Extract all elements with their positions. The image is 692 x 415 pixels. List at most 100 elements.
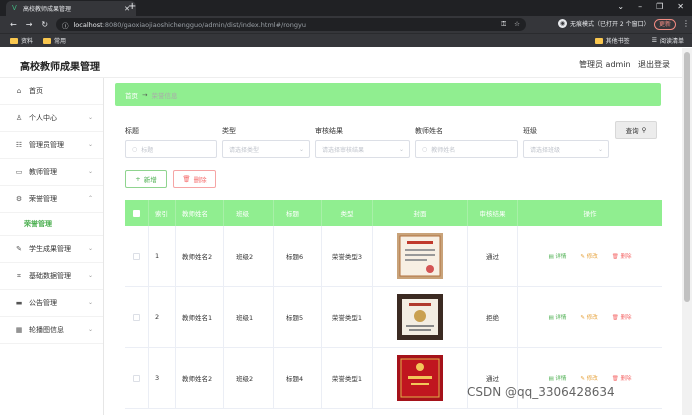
row-checkbox[interactable] (133, 374, 140, 382)
award-icon: ⚙ (15, 195, 23, 203)
update-button[interactable]: 更新 (654, 19, 677, 30)
cell-review: 通过 (468, 226, 518, 286)
scrollbar-thumb[interactable] (684, 52, 690, 302)
row-checkbox[interactable] (133, 252, 140, 260)
cell-title: 标题4 (274, 348, 322, 408)
user-icon: ♙ (15, 114, 23, 122)
back-icon[interactable]: ← (10, 20, 17, 29)
other-bookmarks[interactable]: 其他书签 (594, 36, 630, 45)
sidebar-subitem-honors[interactable]: 荣誉管理 (0, 213, 103, 236)
title-filter-input[interactable]: ○ 标题 (125, 140, 217, 158)
edit-button[interactable]: ✎ 修改 (580, 313, 597, 321)
sidebar-item-profile[interactable]: ♙ 个人中心 ⌄ (0, 105, 103, 132)
sidebar-item-honors[interactable]: ⚙ 荣誉管理 ⌃ (0, 186, 103, 213)
cell-type: 荣誉类型3 (322, 226, 373, 286)
reading-list[interactable]: ☰ 阅读清单 (652, 36, 684, 45)
app-title: 高校教师成果管理 (20, 62, 100, 73)
chevron-down-icon: ⌄ (298, 145, 304, 153)
search-button[interactable]: 查询 ⚲ (615, 121, 657, 139)
cell-cover (373, 287, 468, 347)
batch-delete-button[interactable]: 🗑 删除 (173, 170, 216, 188)
chevron-down-icon[interactable]: ⌄ (617, 2, 624, 11)
bookmark-folder[interactable]: 资料 (10, 36, 33, 45)
detail-button[interactable]: ▤ 详情 (548, 374, 566, 382)
search-icon: ⚲ (641, 126, 647, 134)
detail-button[interactable]: ▤ 详情 (548, 252, 566, 260)
sidebar-item-admins[interactable]: ☷ 管理员管理 ⌄ (0, 132, 103, 159)
trash-icon: 🗑 (611, 315, 621, 321)
cell-class: 班级2 (224, 226, 274, 286)
edit-button[interactable]: ✎ 修改 (580, 252, 597, 260)
cell-actions: ▤ 详情 ✎ 修改 🗑 删除 (518, 348, 662, 408)
row-checkbox[interactable] (133, 313, 140, 321)
sidebar-item-home[interactable]: ⌂ 首页 (0, 78, 103, 105)
delete-button[interactable]: 🗑 删除 (612, 252, 632, 260)
reload-icon[interactable]: ↻ (41, 20, 48, 29)
cell-class: 班级2 (224, 348, 274, 408)
table-row: 1 教师姓名2 班级2 标题6 荣誉类型3 通过 ▤ 详情 ✎ 修改 🗑 删除 (125, 226, 662, 287)
chevron-down-icon: ⌄ (87, 299, 93, 306)
chevron-down-icon: ⌄ (87, 168, 93, 175)
forward-icon[interactable]: → (26, 20, 33, 29)
delete-button[interactable]: 🗑 删除 (612, 313, 632, 321)
table-row: 2 教师姓名1 班级1 标题5 荣誉类型1 拒绝 ▤ 详情 ✎ 修改 🗑 删除 (125, 287, 662, 348)
header-review: 审核结果 (468, 200, 518, 226)
edit-button[interactable]: ✎ 修改 (580, 374, 597, 382)
row-select-cell (125, 226, 149, 286)
select-all-checkbox[interactable] (133, 209, 140, 217)
breadcrumb-home[interactable]: 首页 (125, 90, 138, 100)
cell-teacher: 教师姓名2 (176, 348, 224, 408)
chevron-down-icon: ⌄ (87, 245, 93, 252)
folder-icon (43, 37, 52, 44)
star-icon[interactable]: ☆ (514, 20, 520, 29)
cell-cover (373, 348, 468, 408)
search-icon: ○ (132, 145, 138, 153)
cover-image[interactable] (396, 293, 444, 341)
cover-image[interactable] (396, 232, 444, 280)
sidebar-item-base-data[interactable]: ⌗ 基础数据管理 ⌄ (0, 263, 103, 290)
window-controls: ⌄ – ❐ ✕ (617, 2, 684, 11)
chevron-down-icon: ⌄ (398, 145, 404, 153)
header-type: 类型 (322, 200, 373, 226)
cover-image[interactable] (396, 354, 444, 402)
cell-cover (373, 226, 468, 286)
close-window-icon[interactable]: ✕ (677, 2, 684, 11)
edit-icon: ✎ (16, 245, 22, 253)
incognito-indicator[interactable]: ◉ 无痕模式（已打开 2 个窗口） (558, 19, 650, 28)
new-tab-icon[interactable]: + (128, 1, 136, 12)
header-teacher: 教师姓名 (176, 200, 224, 226)
row-select-cell (125, 287, 149, 347)
type-filter-select[interactable]: 请选择类型 ⌄ (222, 140, 310, 158)
bookmark-folder[interactable]: 常用 (43, 36, 66, 45)
crop-icon: ⌗ (17, 271, 21, 280)
browser-tab[interactable]: V 高校教师成果管理 ✕ (6, 1, 136, 16)
chevron-up-icon: ⌃ (87, 195, 93, 202)
teacher-filter-input[interactable]: ○ 教师姓名 (415, 140, 518, 158)
chevron-down-icon: ⌄ (87, 141, 93, 148)
maximize-icon[interactable]: ❐ (656, 2, 663, 11)
header-cover: 封面 (373, 200, 468, 226)
minimize-icon[interactable]: – (638, 2, 642, 11)
detail-button[interactable]: ▤ 详情 (548, 313, 566, 321)
class-filter-select[interactable]: 请选择班级 ⌄ (523, 140, 609, 158)
notice-icon: ▬ (15, 299, 23, 307)
add-button[interactable]: + 新增 (125, 170, 167, 188)
url-bar[interactable]: ⓘ localhost:8080/gaoxiaojiaoshichengguo/… (56, 18, 526, 31)
sliders-icon: ☷ (15, 141, 23, 149)
sidebar-item-carousel[interactable]: ▦ 轮播图信息 ⌄ (0, 317, 103, 344)
bookmarks-bar: 资料 常用 其他书签 ☰ 阅读清单 (0, 33, 692, 47)
sidebar-item-teachers[interactable]: ▭ 教师管理 ⌄ (0, 159, 103, 186)
trash-icon: 🗑 (611, 254, 621, 260)
delete-button[interactable]: 🗑 删除 (612, 374, 632, 382)
chat-icon: ▭ (15, 168, 23, 176)
review-filter-select[interactable]: 请选择审核结果 ⌄ (315, 140, 410, 158)
cell-review: 拒绝 (468, 287, 518, 347)
key-icon[interactable]: ⚿ (501, 20, 506, 29)
more-menu-icon[interactable]: ⋮ (682, 19, 690, 28)
sidebar-item-student-results[interactable]: ✎ 学生成果管理 ⌄ (0, 236, 103, 263)
user-label: 管理员 admin (579, 60, 631, 69)
sidebar-item-notices[interactable]: ▬ 公告管理 ⌄ (0, 290, 103, 317)
logout-link[interactable]: 退出登录 (638, 59, 670, 70)
cell-type: 荣誉类型1 (322, 287, 373, 347)
info-icon[interactable]: ⓘ (62, 20, 69, 30)
